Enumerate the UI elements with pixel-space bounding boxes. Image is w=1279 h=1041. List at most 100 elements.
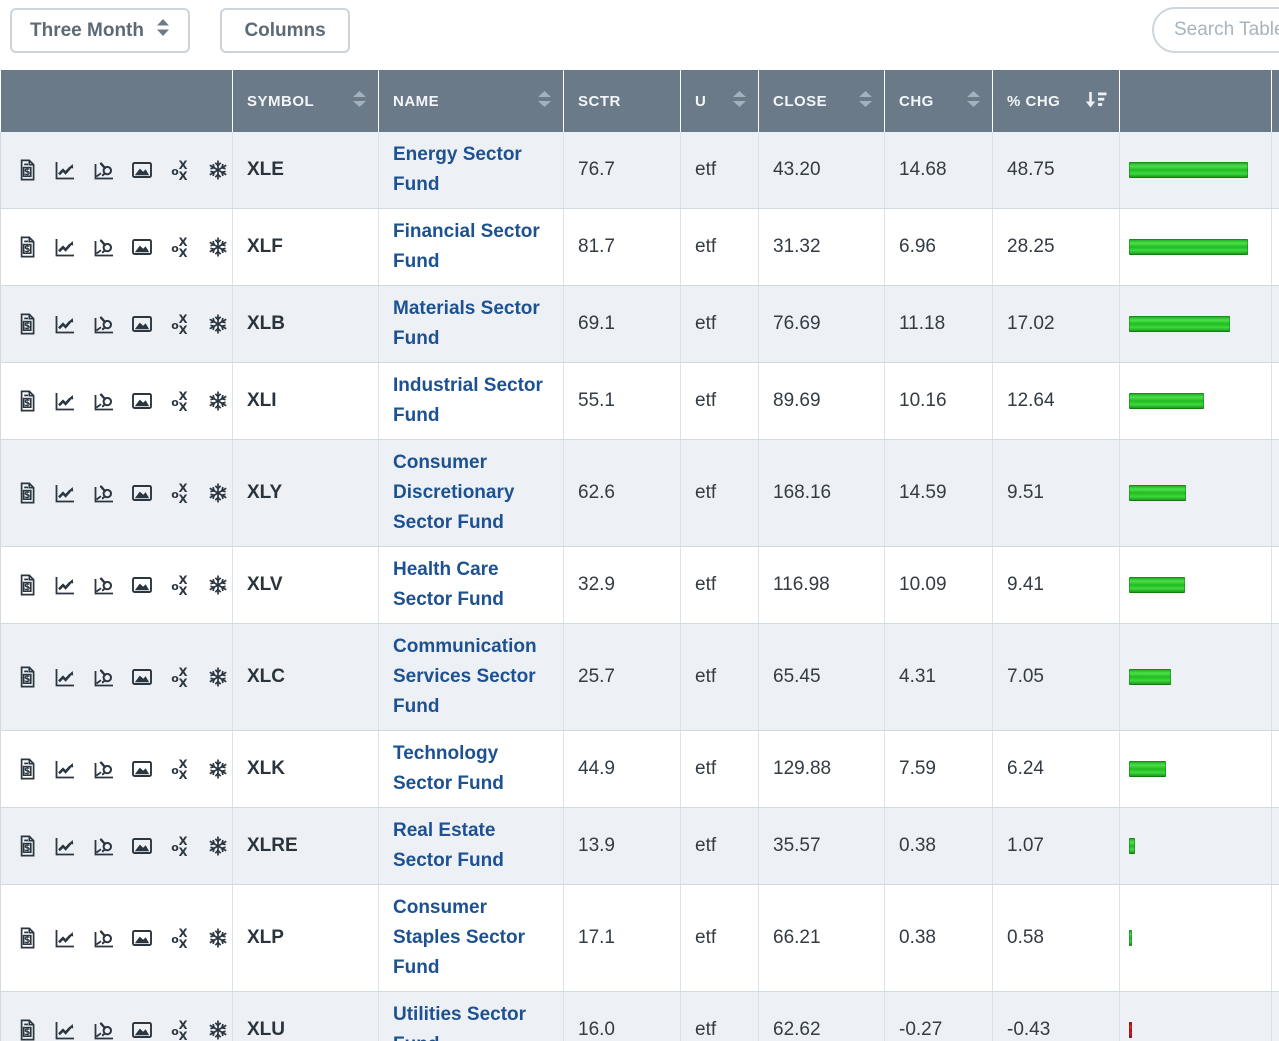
sharpchart-icon[interactable]	[53, 926, 77, 950]
clipped-cell	[1271, 991, 1279, 1041]
column-header-name[interactable]: NAME	[378, 70, 564, 132]
svg-text:X: X	[179, 492, 188, 505]
interactive-chart-icon[interactable]	[92, 573, 116, 597]
interactive-chart-icon[interactable]	[92, 834, 116, 858]
symbol-summary-icon[interactable]: $	[15, 389, 39, 413]
symbol-summary-icon[interactable]: $	[15, 665, 39, 689]
sharpchart-icon[interactable]	[53, 312, 77, 336]
pct-chg-bar	[1129, 316, 1231, 332]
chg-cell: -0.27	[884, 991, 993, 1041]
interactive-chart-icon[interactable]	[92, 312, 116, 336]
interactive-chart-icon[interactable]	[92, 1018, 116, 1041]
seasonality-icon[interactable]	[206, 573, 230, 597]
column-header-u[interactable]: U	[680, 70, 759, 132]
name-link[interactable]: Technology Sector Fund	[393, 739, 549, 799]
symbol-summary-icon[interactable]: $	[15, 158, 39, 182]
interactive-chart-icon[interactable]	[92, 926, 116, 950]
chg-cell: 14.68	[884, 132, 993, 209]
name-link[interactable]: Materials Sector Fund	[393, 294, 549, 354]
gallery-view-icon[interactable]	[130, 926, 154, 950]
close-cell: 129.88	[758, 730, 885, 808]
symbol-summary-icon[interactable]: $	[15, 1018, 39, 1041]
sharpchart-icon[interactable]	[53, 235, 77, 259]
name-link[interactable]: Real Estate Sector Fund	[393, 816, 549, 876]
gallery-view-icon[interactable]	[130, 312, 154, 336]
point-figure-icon[interactable]: X o X	[168, 158, 192, 182]
sharpchart-icon[interactable]	[53, 757, 77, 781]
seasonality-icon[interactable]	[206, 926, 230, 950]
seasonality-icon[interactable]	[206, 757, 230, 781]
seasonality-icon[interactable]	[206, 665, 230, 689]
point-figure-icon[interactable]: X o X	[168, 573, 192, 597]
sharpchart-icon[interactable]	[53, 1018, 77, 1041]
sharpchart-icon[interactable]	[53, 389, 77, 413]
symbol-summary-icon[interactable]: $	[15, 481, 39, 505]
sctr-cell: 69.1	[563, 285, 681, 363]
symbol-summary-icon[interactable]: $	[15, 926, 39, 950]
name-link[interactable]: Financial Sector Fund	[393, 217, 549, 277]
point-figure-icon[interactable]: X o X	[168, 1018, 192, 1041]
name-link[interactable]: Communication Services Sector Fund	[393, 632, 549, 722]
table-row: $	[0, 807, 1279, 885]
search-input[interactable]	[1152, 7, 1279, 53]
columns-button[interactable]: Columns	[220, 8, 350, 53]
gallery-view-icon[interactable]	[130, 235, 154, 259]
point-figure-icon[interactable]: X o X	[168, 389, 192, 413]
name-link[interactable]: Health Care Sector Fund	[393, 555, 549, 615]
point-figure-icon[interactable]: X o X	[168, 834, 192, 858]
seasonality-icon[interactable]	[206, 389, 230, 413]
column-header-sctr[interactable]: SCTR	[563, 70, 681, 132]
column-header-close[interactable]: CLOSE	[758, 70, 885, 132]
point-figure-icon[interactable]: X o X	[168, 235, 192, 259]
gallery-view-icon[interactable]	[130, 1018, 154, 1041]
name-link[interactable]: Consumer Discretionary Sector Fund	[393, 448, 549, 538]
gallery-view-icon[interactable]	[130, 757, 154, 781]
name-link[interactable]: Utilities Sector Fund	[393, 1000, 549, 1041]
seasonality-icon[interactable]	[206, 312, 230, 336]
gallery-view-icon[interactable]	[130, 834, 154, 858]
seasonality-icon[interactable]	[206, 834, 230, 858]
interactive-chart-icon[interactable]	[92, 481, 116, 505]
period-select[interactable]: Three Month	[10, 8, 190, 53]
toolbar: Three Month Columns	[0, 0, 1279, 70]
name-link[interactable]: Energy Sector Fund	[393, 140, 549, 200]
symbol-summary-icon[interactable]: $	[15, 757, 39, 781]
gallery-view-icon[interactable]	[130, 158, 154, 182]
interactive-chart-icon[interactable]	[92, 665, 116, 689]
seasonality-icon[interactable]	[206, 1018, 230, 1041]
column-header-chg[interactable]: CHG	[884, 70, 993, 132]
name-link[interactable]: Consumer Staples Sector Fund	[393, 893, 549, 983]
gallery-view-icon[interactable]	[130, 573, 154, 597]
seasonality-icon[interactable]	[206, 158, 230, 182]
point-figure-icon[interactable]: X o X	[168, 757, 192, 781]
seasonality-icon[interactable]	[206, 235, 230, 259]
name-link[interactable]: Industrial Sector Fund	[393, 371, 549, 431]
sharpchart-icon[interactable]	[53, 573, 77, 597]
gallery-view-icon[interactable]	[130, 481, 154, 505]
symbol-summary-icon[interactable]: $	[15, 573, 39, 597]
point-figure-icon[interactable]: X o X	[168, 312, 192, 336]
bar-cell	[1119, 623, 1272, 731]
interactive-chart-icon[interactable]	[92, 158, 116, 182]
symbol-summary-icon[interactable]: $	[15, 312, 39, 336]
svg-text:$: $	[24, 674, 31, 685]
seasonality-icon[interactable]	[206, 481, 230, 505]
column-header-pct-chg[interactable]: % CHG	[992, 70, 1120, 132]
name-cell: Health Care Sector Fund	[378, 546, 564, 624]
point-figure-icon[interactable]: X o X	[168, 926, 192, 950]
interactive-chart-icon[interactable]	[92, 757, 116, 781]
sharpchart-icon[interactable]	[53, 158, 77, 182]
gallery-view-icon[interactable]	[130, 665, 154, 689]
point-figure-icon[interactable]: X o X	[168, 481, 192, 505]
sharpchart-icon[interactable]	[53, 834, 77, 858]
interactive-chart-icon[interactable]	[92, 389, 116, 413]
gallery-view-icon[interactable]	[130, 389, 154, 413]
pct-chg-cell: 48.75	[992, 132, 1120, 209]
symbol-summary-icon[interactable]: $	[15, 235, 39, 259]
column-header-symbol[interactable]: SYMBOL	[232, 70, 379, 132]
symbol-summary-icon[interactable]: $	[15, 834, 39, 858]
sharpchart-icon[interactable]	[53, 665, 77, 689]
interactive-chart-icon[interactable]	[92, 235, 116, 259]
point-figure-icon[interactable]: X o X	[168, 665, 192, 689]
sharpchart-icon[interactable]	[53, 481, 77, 505]
